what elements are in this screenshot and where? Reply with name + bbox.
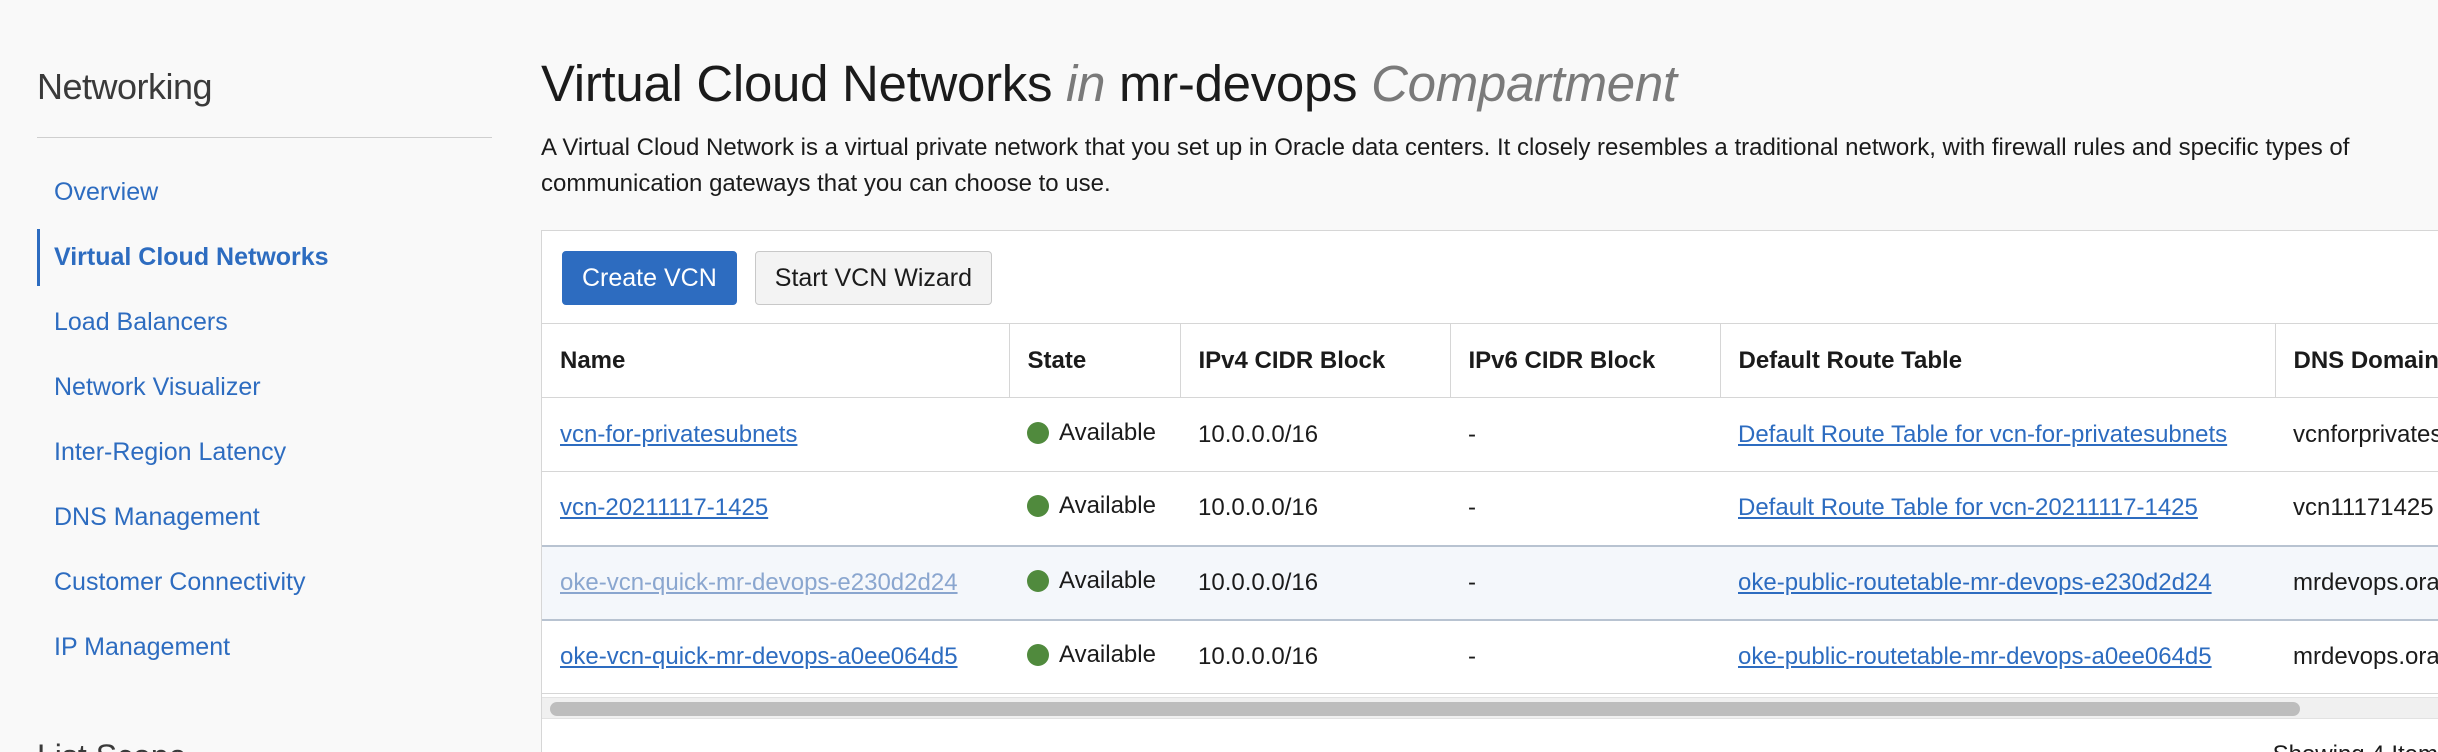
route-table-link[interactable]: Default Route Table for vcn-20211117-142… — [1738, 494, 2198, 521]
page-title-in: in — [1066, 55, 1106, 112]
ipv6-cidr-cell: - — [1450, 471, 1720, 546]
item-count: Showing 4 Items — [2273, 741, 2438, 752]
vcn-name-link[interactable]: vcn-for-privatesubnets — [560, 421, 797, 448]
ipv4-cidr-cell: 10.0.0.0/16 — [1180, 471, 1450, 546]
table-row: oke-vcn-quick-mr-devops-a0ee064d5 Availa… — [542, 619, 2438, 694]
column-header-state[interactable]: State — [1009, 323, 1181, 398]
horizontal-scrollbar[interactable] — [542, 697, 2438, 719]
start-vcn-wizard-button[interactable]: Start VCN Wizard — [754, 251, 993, 305]
vcn-name-link[interactable]: oke-vcn-quick-mr-devops-e230d2d24 — [560, 569, 958, 596]
toolbar: Create VCN Start VCN Wizard — [562, 251, 993, 305]
status-available-icon — [1027, 421, 1049, 444]
dns-domain-cell: mrdevops.oraclevcn.com — [2275, 544, 2438, 621]
status-available-icon — [1027, 569, 1049, 592]
table-header-row: Name State IPv4 CIDR Block IPv6 CIDR Blo… — [542, 323, 2438, 398]
table-row: vcn-20211117-1425 Available 10.0.0.0/16 … — [542, 471, 2438, 546]
vcn-table: Name State IPv4 CIDR Block IPv6 CIDR Blo… — [542, 323, 2438, 694]
status-text: Available — [1059, 640, 1156, 668]
page-description: A Virtual Cloud Network is a virtual pri… — [541, 134, 2350, 197]
column-header-ipv4-cidr[interactable]: IPv4 CIDR Block — [1180, 323, 1451, 398]
table-row: vcn-for-privatesubnets Available 10.0.0.… — [542, 397, 2438, 472]
oci-console-page: Networking Overview Virtual Cloud Networ… — [0, 0, 2438, 752]
dns-domain-cell: vcn11171425 — [2275, 471, 2438, 546]
status-available-icon — [1027, 643, 1049, 666]
route-table-link[interactable]: oke-public-routetable-mr-devops-a0ee064d… — [1738, 643, 2212, 670]
vcn-name-link[interactable]: vcn-20211117-1425 — [560, 494, 768, 521]
create-vcn-button[interactable]: Create VCN — [562, 251, 737, 305]
column-header-default-route-table[interactable]: Default Route Table — [1720, 323, 2276, 398]
sidebar-item-dns-management[interactable]: DNS Management — [37, 485, 492, 550]
vcn-list-panel: Create VCN Start VCN Wizard Name State I… — [541, 230, 2438, 752]
page-title: Virtual Cloud Networks in mr-devops Comp… — [541, 54, 1677, 113]
sidebar-item-ip-management[interactable]: IP Management — [37, 615, 492, 680]
page-title-main: Virtual Cloud Networks — [541, 55, 1053, 112]
sidebar: Networking Overview Virtual Cloud Networ… — [37, 0, 492, 752]
status-text: Available — [1059, 492, 1156, 520]
column-header-name[interactable]: Name — [542, 323, 1010, 398]
page-title-compartment: mr-devops — [1119, 55, 1358, 112]
main-content: Virtual Cloud Networks in mr-devops Comp… — [541, 0, 2438, 752]
status-text: Available — [1059, 566, 1156, 594]
sidebar-item-network-visualizer[interactable]: Network Visualizer — [37, 355, 492, 420]
status-badge: Available — [1027, 492, 1156, 520]
sidebar-divider — [37, 137, 492, 138]
status-badge: Available — [1027, 567, 1156, 595]
route-table-link[interactable]: oke-public-routetable-mr-devops-e230d2d2… — [1738, 569, 2212, 596]
ipv4-cidr-cell: 10.0.0.0/16 — [1180, 619, 1450, 694]
ipv4-cidr-cell: 10.0.0.0/16 — [1180, 544, 1450, 621]
sidebar-item-overview[interactable]: Overview — [37, 160, 492, 225]
page-title-compartment-word: Compartment — [1371, 55, 1677, 112]
scrollbar-thumb[interactable] — [550, 702, 2300, 716]
table-row: oke-vcn-quick-mr-devops-e230d2d24 Availa… — [542, 544, 2438, 621]
sidebar-title: Networking — [37, 66, 213, 107]
list-scope-heading: List Scope — [37, 738, 186, 752]
dns-domain-cell: vcnforprivatesubnets — [2275, 397, 2438, 472]
ipv6-cidr-cell: - — [1450, 619, 1720, 694]
vcn-name-link[interactable]: oke-vcn-quick-mr-devops-a0ee064d5 — [560, 643, 958, 670]
column-header-ipv6-cidr[interactable]: IPv6 CIDR Block — [1450, 323, 1721, 398]
status-text: Available — [1059, 418, 1156, 446]
sidebar-nav: Overview Virtual Cloud Networks Load Bal… — [37, 160, 492, 680]
dns-domain-cell: mrdevops.oraclevcn.com — [2275, 619, 2438, 694]
sidebar-item-customer-connectivity[interactable]: Customer Connectivity — [37, 550, 492, 615]
ipv6-cidr-cell: - — [1450, 397, 1720, 472]
sidebar-item-load-balancers[interactable]: Load Balancers — [37, 290, 492, 355]
route-table-link[interactable]: Default Route Table for vcn-for-privates… — [1738, 421, 2227, 448]
status-badge: Available — [1027, 641, 1156, 669]
sidebar-item-inter-region-latency[interactable]: Inter-Region Latency — [37, 420, 492, 485]
ipv6-cidr-cell: - — [1450, 544, 1720, 621]
status-available-icon — [1027, 495, 1049, 518]
status-badge: Available — [1027, 419, 1156, 447]
column-header-dns-domain[interactable]: DNS Domain Name — [2275, 323, 2438, 398]
sidebar-item-virtual-cloud-networks[interactable]: Virtual Cloud Networks — [37, 225, 492, 290]
ipv4-cidr-cell: 10.0.0.0/16 — [1180, 397, 1450, 472]
